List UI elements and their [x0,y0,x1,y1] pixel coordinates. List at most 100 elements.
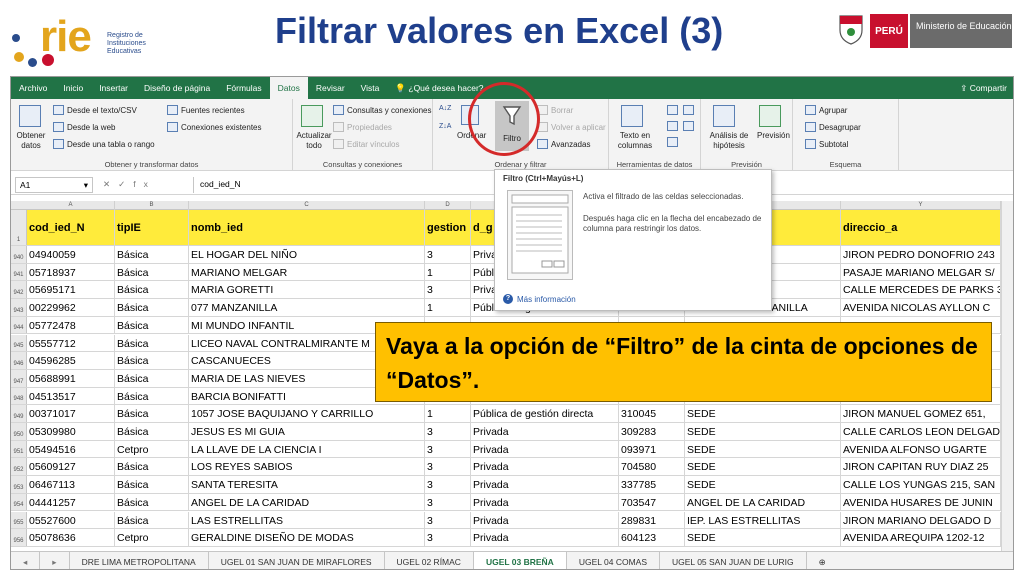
table-cell[interactable]: Privada [471,511,619,529]
row-number[interactable]: 942 [11,281,27,299]
cancel-icon[interactable]: ✕ [103,179,118,189]
table-cell[interactable]: 3 [425,493,471,511]
table-cell[interactable]: 05772478 [27,316,115,334]
desde-texto-button[interactable]: Desde el texto/CSV [53,105,137,115]
table-cell[interactable]: Privada [471,423,619,440]
table-cell[interactable]: EL HOGAR DEL NIÑO [189,246,425,263]
table-cell[interactable]: JIRON PEDRO DONOFRIO 243 [841,246,1001,263]
table-cell[interactable]: Básica [115,352,189,369]
table-cell[interactable]: 05609127 [27,458,115,476]
table-cell[interactable]: CALLE LOS YUNGAS 215, SAN [841,476,1001,493]
data-validation-icon[interactable] [667,137,678,147]
table-cell[interactable]: JESUS ES MI GUIA [189,423,425,440]
sheet-tab[interactable]: UGEL 01 SAN JUAN DE MIRAFLORES [209,551,385,569]
obtener-datos-button[interactable]: Obtener datos [13,131,49,151]
table-cell[interactable]: IEP. LAS ESTRELLITAS [685,511,841,529]
table-cell[interactable]: 310045 [619,405,685,422]
table-cell[interactable]: 05494516 [27,440,115,458]
relationships-icon[interactable] [683,121,694,131]
column-header[interactable]: D [425,201,471,210]
analisis-hipotesis-button[interactable]: Análisis de hipótesis [705,131,753,151]
row-number[interactable]: 948 [11,387,27,405]
table-cell[interactable]: Pública de gestión directa [471,405,619,422]
header-cell[interactable]: gestion [425,210,471,245]
table-cell[interactable]: AVENIDA AREQUIPA 1202-12 [841,529,1001,546]
table-cell[interactable]: 05078636 [27,529,115,546]
table-cell[interactable]: 3 [425,423,471,440]
table-cell[interactable]: Básica [115,246,189,263]
table-cell[interactable]: 1057 JOSE BAQUIJANO Y CARRILLO [189,405,425,422]
row-number[interactable]: 955 [11,511,27,529]
borrar-button[interactable]: Borrar [537,105,573,115]
table-cell[interactable]: 00229962 [27,299,115,316]
table-cell[interactable]: Básica [115,263,189,281]
table-cell[interactable]: 05557712 [27,334,115,352]
table-cell[interactable]: Básica [115,387,189,405]
header-cell[interactable]: cod_ied_N [27,210,115,245]
table-cell[interactable]: 289831 [619,511,685,529]
table-cell[interactable]: SEDE [685,423,841,440]
row-number[interactable]: 949 [11,405,27,422]
header-cell[interactable]: tipIE [115,210,189,245]
tab-inicio[interactable]: Inicio [55,77,91,99]
row-number[interactable]: 950 [11,423,27,440]
table-cell[interactable]: 04596285 [27,352,115,369]
texto-columnas-button[interactable]: Texto en columnas [613,131,657,151]
prevision-button[interactable]: Previsión [757,131,790,140]
flash-fill-icon[interactable] [667,105,678,115]
table-cell[interactable]: ANGEL DE LA CARIDAD [189,493,425,511]
sheet-tab[interactable]: UGEL 02 RÍMAC [385,551,474,569]
row-number[interactable]: 941 [11,263,27,281]
table-cell[interactable]: 3 [425,458,471,476]
desagrupar-button[interactable]: Desagrupar [805,122,861,132]
column-header[interactable]: B [115,201,189,210]
more-info-link[interactable]: ? Más información [503,294,576,304]
table-cell[interactable]: 703547 [619,493,685,511]
table-cell[interactable]: Privada [471,493,619,511]
table-cell[interactable]: AVENIDA NICOLAS AYLLON C [841,299,1001,316]
table-cell[interactable]: 704580 [619,458,685,476]
conexiones-existentes-button[interactable]: Conexiones existentes [167,122,262,132]
header-cell[interactable]: direccio_a [841,210,1001,245]
table-cell[interactable]: Privada [471,476,619,493]
table-cell[interactable]: Básica [115,334,189,352]
tab-archivo[interactable]: Archivo [11,77,55,99]
sort-za-icon[interactable]: Z↓A [439,123,451,130]
table-cell[interactable]: Básica [115,458,189,476]
consultas-conexiones-button[interactable]: Consultas y conexiones [333,105,432,115]
table-cell[interactable]: SEDE [685,440,841,458]
column-header[interactable]: Y [841,201,1001,210]
row-number[interactable]: 952 [11,458,27,476]
row-number[interactable]: 1 [11,210,27,245]
table-cell[interactable]: 04513517 [27,387,115,405]
add-sheet-icon[interactable]: ⊕ [807,552,838,570]
table-cell[interactable]: 04441257 [27,493,115,511]
remove-duplicates-icon[interactable] [667,121,678,131]
table-cell[interactable]: CALLE MERCEDES DE PARKS 3 [841,281,1001,299]
name-box[interactable]: A1 ▾ [15,176,93,193]
table-cell[interactable]: AVENIDA HUSARES DE JUNIN [841,493,1001,511]
table-cell[interactable]: LAS ESTRELLITAS [189,511,425,529]
confirm-icon[interactable]: ✓ [118,179,133,189]
tab-formulas[interactable]: Fórmulas [218,77,269,99]
vertical-scrollbar[interactable] [1001,201,1013,551]
tab-revisar[interactable]: Revisar [308,77,353,99]
avanzadas-button[interactable]: Avanzadas [537,139,590,149]
row-number[interactable]: 953 [11,476,27,493]
table-cell[interactable]: MARIANO MELGAR [189,263,425,281]
table-cell[interactable]: 077 MANZANILLA [189,299,425,316]
row-number[interactable]: 940 [11,246,27,263]
sheet-tab[interactable]: UGEL 05 SAN JUAN DE LURIG [660,551,807,569]
fuentes-recientes-button[interactable]: Fuentes recientes [167,105,245,115]
table-cell[interactable]: Básica [115,511,189,529]
table-cell[interactable]: 1 [425,405,471,422]
tab-datos[interactable]: Datos [269,77,308,99]
table-cell[interactable]: 3 [425,511,471,529]
table-cell[interactable]: Básica [115,281,189,299]
row-number[interactable]: 956 [11,529,27,546]
row-number[interactable]: 945 [11,334,27,352]
sheet-tab-active[interactable]: UGEL 03 BREÑA [473,551,567,569]
table-cell[interactable]: 3 [425,281,471,299]
sheet-tab[interactable]: UGEL 04 COMAS [567,551,660,569]
table-cell[interactable]: GERALDINE DISEÑO DE MODAS [189,529,425,546]
